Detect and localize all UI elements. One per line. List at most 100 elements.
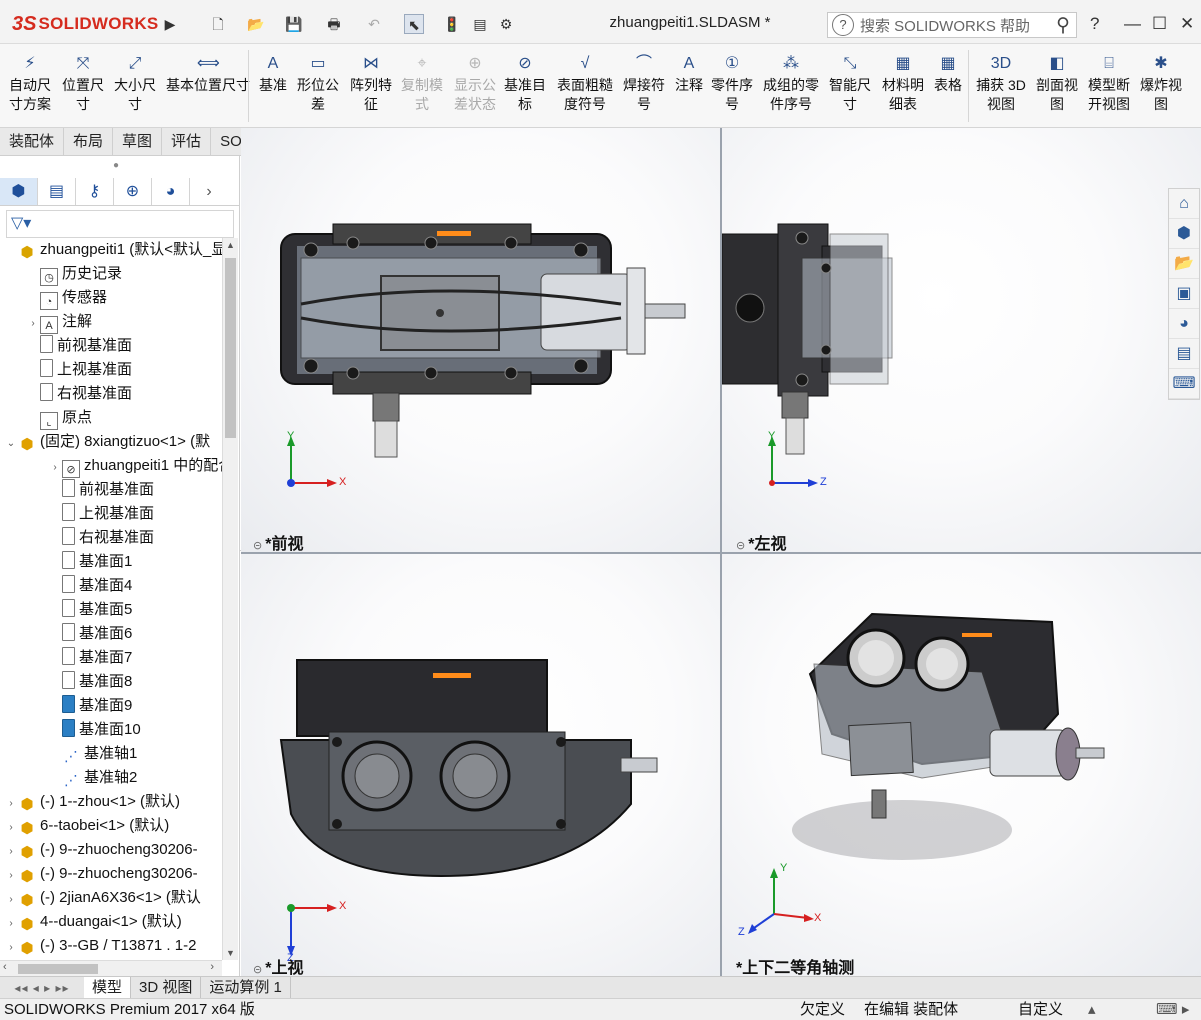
tree-hscroll-thumb[interactable]	[18, 964, 98, 974]
tree-item[interactable]: ⋰ 基准轴2	[48, 766, 137, 790]
link-views-icon[interactable]: ⊝	[253, 540, 262, 552]
resources-icon[interactable]: ⬢	[1169, 219, 1199, 249]
tree-item[interactable]: 基准面9	[48, 694, 132, 718]
minimize-button[interactable]: —	[1124, 14, 1141, 34]
tree-item[interactable]: 基准面1	[48, 550, 132, 574]
folder-icon[interactable]: 📂	[1169, 249, 1199, 279]
tree-item[interactable]: ⌄ ⬢ (固定) 8xiangtizuo<1> (默	[4, 430, 210, 454]
panel-tab-2-icon[interactable]: ⚷	[76, 178, 114, 205]
viewport-top[interactable]: X Z ⊝ *上视	[241, 554, 720, 976]
close-button[interactable]: ✕	[1180, 14, 1194, 34]
ribbon-button-17[interactable]: ▦ 表格	[930, 54, 966, 95]
scroll-down-icon[interactable]: ▼	[226, 948, 235, 958]
viewport-left[interactable]: Y Z ⊝ *左视	[722, 128, 1201, 552]
panel-tab-4-icon[interactable]: ◕	[152, 178, 190, 205]
graphics-area[interactable]: 🔍 🔎 ✐ ◈ ⬚ ▾ ⬒ ▾ ◐ ▾ ◕ ◕ ▾ ▭ ▾ ⊟ ⊞ ▭ ⧉ ✕	[241, 128, 1201, 976]
tree-item[interactable]: ◷ 历史记录	[26, 262, 122, 286]
viewport-isometric[interactable]: Y X Z *上下二等角轴测	[722, 554, 1201, 976]
expand-icon[interactable]: ›	[4, 816, 18, 840]
ribbon-button-8[interactable]: ⊕ 显示公 差状态	[450, 54, 500, 114]
maximize-button[interactable]: ☐	[1152, 14, 1167, 34]
units-arrow-icon[interactable]: ▴	[1088, 999, 1096, 1020]
expand-icon[interactable]: ›	[48, 456, 62, 480]
forum-icon[interactable]: ⌨	[1169, 369, 1199, 399]
rebuild-icon[interactable]: 🚦	[442, 14, 462, 34]
panel-tab-3-icon[interactable]: ⊕	[114, 178, 152, 205]
tree-item[interactable]: 基准面4	[48, 574, 132, 598]
expand-icon[interactable]: ›	[26, 312, 40, 336]
ribbon-button-20[interactable]: ⌸ 模型断 开视图	[1084, 54, 1134, 114]
custom-properties-icon[interactable]: ▤	[1169, 339, 1199, 369]
status-units[interactable]: 自定义	[1018, 999, 1063, 1020]
print-icon[interactable]: 🖶	[324, 14, 344, 34]
tree-item[interactable]: › ⬢ (-) 9--zhuocheng30206-	[4, 838, 197, 864]
ribbon-button-11[interactable]: ⌒ 焊接符 号	[620, 54, 668, 114]
viewport-front[interactable]: Y X ⊝ *前视	[241, 128, 720, 552]
search-input[interactable]: 搜索 SOLIDWORKS 帮助	[860, 15, 1056, 36]
tree-vertical-scrollbar[interactable]: ▲ ▼	[222, 238, 238, 960]
tree-item[interactable]: › ⬢ (-) 3--GB / T13871 . 1-2	[4, 934, 196, 958]
tree-item[interactable]: ⋰ 基准轴1	[48, 742, 137, 766]
tree-item[interactable]: 前视基准面	[48, 478, 154, 502]
expand-icon[interactable]: ›	[4, 840, 18, 864]
expand-icon[interactable]: ›	[4, 888, 18, 912]
tree-item[interactable]: ◔ 传感器	[26, 286, 107, 310]
ribbon-button-2[interactable]: ⤢ 大小尺 寸	[110, 54, 160, 114]
tab-1[interactable]: 布局	[64, 128, 114, 155]
ribbon-button-6[interactable]: ⋈ 阵列特 征	[346, 54, 396, 114]
bottom-tab-1[interactable]: 3D 视图	[131, 977, 202, 998]
scroll-up-icon[interactable]: ▲	[226, 240, 235, 250]
open-icon[interactable]: 📂	[246, 14, 266, 34]
view-palette-icon[interactable]: ▣	[1169, 279, 1199, 309]
tree-item[interactable]: ⬢ zhuangpeiti1 (默认<默认_显	[4, 238, 222, 262]
ribbon-button-7[interactable]: ⌖ 复制模 式	[398, 54, 446, 114]
ribbon-button-4[interactable]: A 基准	[256, 54, 290, 95]
new-document-icon[interactable]: 🗋	[208, 14, 228, 34]
tree-item[interactable]: 上视基准面	[48, 502, 154, 526]
undo-icon[interactable]: ↶	[364, 14, 384, 34]
ribbon-button-5[interactable]: ▭ 形位公 差	[294, 54, 342, 114]
tree-filter[interactable]: ▽▾	[6, 210, 234, 238]
panel-more-icon[interactable]: ›	[190, 178, 228, 205]
select-icon[interactable]: ⬉	[404, 14, 424, 34]
tab-2[interactable]: 草图	[113, 128, 163, 155]
link-views-icon[interactable]: ⊝	[253, 964, 262, 976]
panel-grip-icon[interactable]: ●	[113, 160, 119, 171]
solidworks-logo[interactable]: 3S SOLIDWORKS	[12, 12, 159, 36]
panel-tab-1-icon[interactable]: ▤	[38, 178, 76, 205]
ribbon-button-21[interactable]: ✱ 爆炸视 图	[1136, 54, 1186, 114]
search-icon[interactable]: ⚲	[1056, 14, 1070, 37]
tree-item[interactable]: 基准面10	[48, 718, 141, 742]
tree-item[interactable]: › ⬢ (-) 2jianA6X36<1> (默认	[4, 886, 201, 910]
ribbon-button-10[interactable]: √ 表面粗糙 度符号	[554, 54, 616, 114]
scroll-right-icon[interactable]: ›	[210, 961, 214, 973]
help-icon[interactable]: ?	[1090, 14, 1099, 34]
panel-tab-0-icon[interactable]: ⬢	[0, 178, 38, 205]
tree-horizontal-scrollbar[interactable]: ‹ ›	[0, 960, 222, 976]
tree-item[interactable]: 右视基准面	[26, 382, 132, 406]
menu-expand-icon[interactable]: ▶	[160, 14, 180, 34]
tree-item[interactable]: 上视基准面	[26, 358, 132, 382]
tree-item[interactable]: › ⬢ 4--duangai<1> (默认)	[4, 910, 181, 936]
tree-item[interactable]: ⌞ 原点	[26, 406, 92, 430]
tree-scroll-thumb[interactable]	[225, 258, 236, 438]
ribbon-button-19[interactable]: ◧ 剖面视 图	[1032, 54, 1082, 114]
tab-navigation-arrows[interactable]: ◂◂ ◂ ▸ ▸▸	[0, 977, 84, 998]
tree-item[interactable]: 基准面6	[48, 622, 132, 646]
expand-icon[interactable]: ›	[4, 936, 18, 960]
ribbon-button-12[interactable]: A 注释	[672, 54, 706, 95]
tree-item[interactable]: › ⬢ (-) 1--zhou<1> (默认)	[4, 790, 180, 814]
bottom-tab-2[interactable]: 运动算例 1	[201, 977, 291, 998]
home-icon[interactable]: ⌂	[1169, 189, 1199, 219]
tree-item[interactable]: 前视基准面	[26, 334, 132, 358]
expand-icon[interactable]: ›	[4, 792, 18, 816]
status-keyboard-icon[interactable]: ⌨ ▸	[1156, 999, 1189, 1020]
tree-item[interactable]: 右视基准面	[48, 526, 154, 550]
expand-icon[interactable]: ⌄	[4, 432, 18, 456]
expand-icon[interactable]: ›	[4, 864, 18, 888]
appearance-icon[interactable]: ◕	[1169, 309, 1199, 339]
scroll-left-icon[interactable]: ‹	[3, 961, 7, 973]
bottom-tab-0[interactable]: 模型	[84, 977, 132, 998]
tree-item[interactable]: › ⬢ (-) 9--zhuocheng30206-	[4, 862, 197, 888]
expand-icon[interactable]: ›	[4, 912, 18, 936]
